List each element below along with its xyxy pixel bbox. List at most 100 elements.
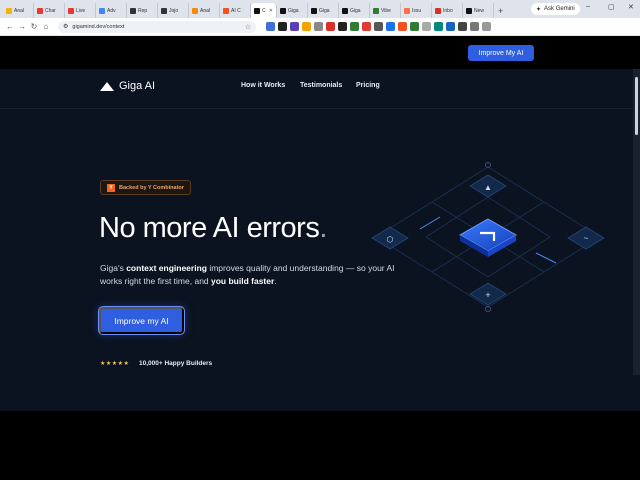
browser-tab[interactable]: New — [463, 3, 494, 18]
tab-favicon-icon — [466, 7, 472, 14]
scrollbar-thumb[interactable] — [635, 77, 638, 135]
extension-icon[interactable] — [338, 22, 347, 31]
logo-mark-icon — [100, 81, 114, 91]
tab-label: New — [474, 7, 485, 14]
home-icon[interactable]: ⌂ — [40, 22, 52, 31]
tab-favicon-icon — [280, 7, 286, 14]
improve-my-ai-button[interactable]: Improve my AI — [99, 307, 184, 334]
tab-favicon-icon — [373, 7, 379, 14]
extension-icon[interactable] — [290, 22, 299, 31]
browser-tab[interactable]: Issu — [401, 3, 432, 18]
browser-tab[interactable]: Inbo — [432, 3, 463, 18]
tab-favicon-icon — [6, 7, 12, 14]
svg-text:⬡: ⬡ — [387, 235, 394, 244]
browser-tab[interactable]: Giga — [339, 3, 370, 18]
tab-label: Jojo — [169, 7, 179, 14]
browser-tab[interactable]: Anal — [3, 3, 34, 18]
back-icon[interactable]: ← — [4, 22, 16, 31]
browser-toolbar: ← → ↻ ⌂ ⚙ gigamind.dev/context ☆ — [0, 18, 640, 36]
forward-icon[interactable]: → — [16, 22, 28, 31]
sub-bold-faster: you build faster — [211, 276, 275, 286]
tab-label: Giga — [288, 7, 299, 14]
browser-tab[interactable]: Rep — [127, 3, 158, 18]
extension-icon[interactable] — [278, 22, 287, 31]
browser-tab[interactable]: Jojo — [158, 3, 189, 18]
ask-gemini-button[interactable]: ✦ Ask Gemini — [531, 3, 580, 15]
browser-tab[interactable]: Vibe — [370, 3, 401, 18]
extension-icon[interactable] — [410, 22, 419, 31]
tab-favicon-icon — [130, 7, 136, 14]
bookmark-star-icon[interactable]: ☆ — [245, 23, 251, 31]
browser-tab[interactable]: C ✕ — [251, 3, 277, 18]
logo-text: Giga AI — [119, 80, 156, 92]
extension-icon[interactable] — [374, 22, 383, 31]
close-window-icon[interactable]: ✕ — [628, 3, 634, 11]
extension-icon[interactable] — [434, 22, 443, 31]
extension-icon[interactable] — [386, 22, 395, 31]
tab-favicon-icon — [223, 7, 229, 14]
tab-favicon-icon — [435, 7, 441, 14]
site-header: Giga AI How it Works Testimonials Pricin… — [0, 69, 640, 109]
tab-favicon-icon — [404, 7, 410, 14]
nav-pricing[interactable]: Pricing — [356, 82, 380, 89]
extension-icon[interactable] — [326, 22, 335, 31]
close-tab-icon[interactable]: ✕ — [269, 8, 273, 14]
extension-icon[interactable] — [398, 22, 407, 31]
tab-favicon-icon — [161, 7, 167, 14]
svg-text:~: ~ — [584, 234, 589, 243]
extension-icon[interactable] — [266, 22, 275, 31]
tab-label: Inbo — [443, 7, 453, 14]
reload-icon[interactable]: ↻ — [28, 22, 40, 31]
tab-label: Char — [45, 7, 56, 14]
extension-icon[interactable] — [362, 22, 371, 31]
ask-gemini-label: Ask Gemini — [544, 6, 575, 12]
tab-favicon-icon — [99, 7, 105, 14]
extension-icon[interactable] — [482, 22, 491, 31]
maximize-icon[interactable]: ▢ — [608, 3, 615, 11]
nav-how-it-works[interactable]: How it Works — [241, 82, 285, 89]
extension-icon[interactable] — [446, 22, 455, 31]
tab-favicon-icon — [342, 7, 348, 14]
browser-tab[interactable]: Char — [34, 3, 65, 18]
extension-icon[interactable] — [470, 22, 479, 31]
browser-tab[interactable]: AI C — [220, 3, 251, 18]
headline-text: No more AI errors — [99, 212, 320, 244]
yc-logo-icon: Y — [107, 183, 115, 192]
extension-icon[interactable] — [302, 22, 311, 31]
site-logo[interactable]: Giga AI — [100, 80, 155, 92]
badge-text: Backed by Y Combinator — [119, 184, 184, 191]
page-scrollbar[interactable] — [633, 69, 640, 375]
sub-suffix: . — [274, 276, 277, 286]
tab-label: AI C — [231, 7, 241, 14]
tab-label: Adv — [107, 7, 116, 14]
browser-tab[interactable]: Giga — [308, 3, 339, 18]
sparkle-icon: ✦ — [536, 6, 542, 13]
address-bar[interactable]: ⚙ gigamind.dev/context ☆ — [58, 20, 256, 33]
page-viewport: Giga AI How it Works Testimonials Pricin… — [0, 69, 640, 411]
tab-label: Issu — [412, 7, 422, 14]
browser-tab[interactable]: Adv — [96, 3, 127, 18]
tab-favicon-icon — [37, 7, 43, 14]
url-text: gigamind.dev/context — [72, 23, 125, 30]
tab-favicon-icon — [311, 7, 317, 14]
tab-favicon-icon — [68, 7, 74, 14]
browser-tab[interactable]: Anal — [189, 3, 220, 18]
rating-stars-icon: ★★★★★ — [100, 361, 130, 367]
browser-tab[interactable]: Live — [65, 3, 96, 18]
site-info-icon[interactable]: ⚙ — [63, 23, 68, 30]
extension-icon[interactable] — [350, 22, 359, 31]
tab-label: C — [262, 7, 266, 14]
extension-icon[interactable] — [458, 22, 467, 31]
new-tab-button[interactable]: + — [494, 6, 507, 18]
browser-tab[interactable]: Giga — [277, 3, 308, 18]
hero-subtitle: Giga's context engineering improves qual… — [100, 262, 400, 288]
minimize-icon[interactable]: – — [586, 3, 590, 10]
extension-icon[interactable] — [314, 22, 323, 31]
extension-icon[interactable] — [422, 22, 431, 31]
tab-label: Live — [76, 7, 86, 14]
nav-testimonials[interactable]: Testimonials — [300, 82, 342, 89]
tab-label: Giga — [350, 7, 361, 14]
sub-prefix: Giga's — [100, 263, 127, 273]
tab-label: Anal — [200, 7, 211, 14]
improve-my-ai-top-button[interactable]: Improve My AI — [468, 45, 534, 61]
